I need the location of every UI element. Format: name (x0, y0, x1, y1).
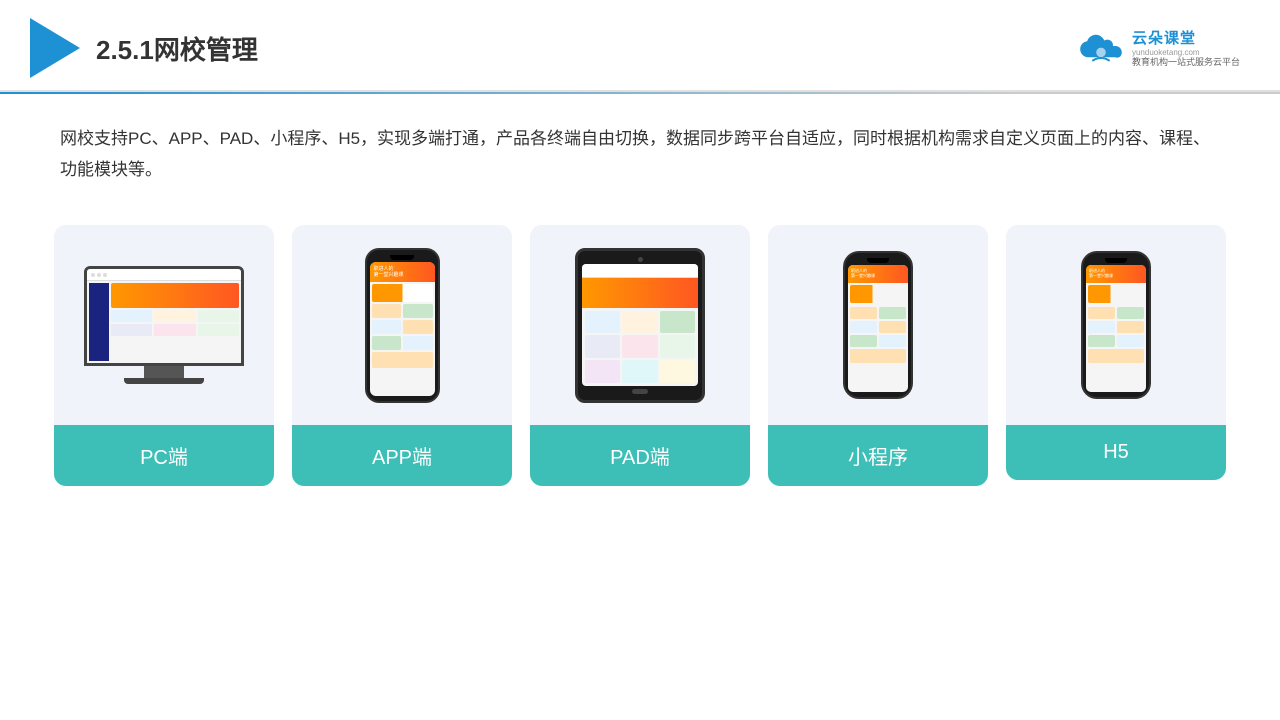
card-pc-label: PC端 (54, 425, 274, 486)
cloud-icon (1076, 30, 1126, 66)
phone-mini-notch (867, 258, 889, 263)
pc-screen (84, 266, 244, 366)
card-pad-label: PAD端 (530, 425, 750, 486)
card-pc-image (54, 225, 274, 425)
card-pc: PC端 (54, 225, 274, 486)
phone-mini-h5: 职进人的第一堂兴趣课 (1081, 251, 1151, 399)
brand-text: 云朵课堂 yunduoketang.com 教育机构一站式服务云平台 (1132, 27, 1240, 69)
card-pad: PAD端 (530, 225, 750, 486)
card-pad-image (530, 225, 750, 425)
phone-mini-notch-h5 (1105, 258, 1127, 263)
description-text: 网校支持PC、APP、PAD、小程序、H5，实现多端打通，产品各终端自由切换，数… (0, 94, 1280, 195)
brand-tagline: 教育机构一站式服务云平台 (1132, 57, 1240, 69)
tablet-screen (582, 264, 698, 386)
card-h5-image: 职进人的第一堂兴趣课 (1006, 225, 1226, 425)
card-app-label: APP端 (292, 425, 512, 486)
page-title: 2.5.1网校管理 (96, 30, 258, 67)
card-app-image: 职进人的第一堂兴趣课 (292, 225, 512, 425)
phone-mini-screen-h5: 职进人的第一堂兴趣课 (1086, 265, 1146, 392)
card-h5: 职进人的第一堂兴趣课 (1006, 225, 1226, 480)
page-header: 2.5.1网校管理 云朵课堂 yunduoketang.com 教育机构一站式服… (0, 0, 1280, 92)
phone-mini-miniprogram: 职进人的第一堂兴趣课 (843, 251, 913, 399)
card-miniprogram-image: 职进人的第一堂兴趣课 (768, 225, 988, 425)
phone-mockup-app: 职进人的第一堂兴趣课 (365, 248, 440, 403)
card-miniprogram: 职进人的第一堂兴趣课 (768, 225, 988, 486)
cards-container: PC端 职进人的第一堂兴趣课 (0, 195, 1280, 516)
tablet-mockup (575, 248, 705, 403)
tablet-home-button (632, 389, 648, 394)
phone-mini-screen: 职进人的第一堂兴趣课 (848, 265, 908, 392)
card-miniprogram-label: 小程序 (768, 425, 988, 486)
card-app: 职进人的第一堂兴趣课 (292, 225, 512, 486)
header-left: 2.5.1网校管理 (30, 18, 258, 78)
tablet-camera (638, 257, 643, 262)
description-paragraph: 网校支持PC、APP、PAD、小程序、H5，实现多端打通，产品各终端自由切换，数… (60, 124, 1220, 185)
brand-logo: 云朵课堂 yunduoketang.com 教育机构一站式服务云平台 (1076, 27, 1240, 69)
pc-mockup (79, 266, 249, 384)
card-h5-label: H5 (1006, 425, 1226, 480)
brand-domain: yunduoketang.com (1132, 48, 1200, 57)
brand-name: 云朵课堂 (1132, 27, 1196, 48)
phone-notch (390, 255, 414, 260)
logo-icon (30, 18, 80, 78)
phone-screen: 职进人的第一堂兴趣课 (370, 262, 435, 396)
